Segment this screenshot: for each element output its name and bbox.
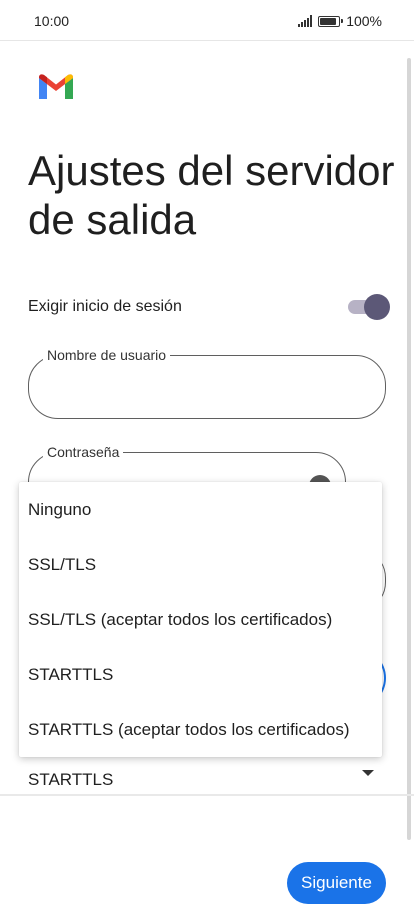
- username-label: Nombre de usuario: [43, 347, 171, 363]
- battery-icon: [318, 15, 344, 27]
- security-selected-value: STARTTLS: [28, 770, 114, 789]
- gmail-logo-icon: [39, 74, 73, 99]
- username-field[interactable]: Nombre de usuario: [28, 347, 386, 419]
- require-login-toggle[interactable]: [348, 294, 390, 320]
- security-option-ssl-tls[interactable]: SSL/TLS: [19, 537, 382, 592]
- toggle-knob: [364, 294, 390, 320]
- status-time: 10:00: [34, 13, 70, 29]
- page-title: Ajustes del servidor de salida: [28, 147, 395, 243]
- status-icons: 100%: [298, 13, 382, 29]
- password-label: Contraseña: [43, 444, 124, 460]
- scrollbar[interactable]: [407, 58, 411, 840]
- status-bar: 10:00 100%: [0, 0, 414, 42]
- battery-level: 100%: [346, 13, 382, 29]
- security-option-ssl-tls-all-certs[interactable]: SSL/TLS (aceptar todos los certificados): [19, 592, 382, 647]
- signal-icon: [298, 15, 313, 27]
- dropdown-arrow-icon: [362, 770, 374, 776]
- security-option-starttls[interactable]: STARTTLS: [19, 647, 382, 702]
- require-login-row: Exigir inicio de sesión: [28, 290, 390, 324]
- security-option-none[interactable]: Ninguno: [19, 482, 382, 537]
- require-login-label: Exigir inicio de sesión: [28, 298, 182, 315]
- security-options-menu: Ninguno SSL/TLS SSL/TLS (aceptar todos l…: [19, 482, 382, 757]
- section-divider: [0, 794, 414, 796]
- next-button[interactable]: Siguiente: [287, 862, 386, 904]
- security-option-starttls-all-certs[interactable]: STARTTLS (aceptar todos los certificados…: [19, 702, 382, 757]
- status-divider: [0, 40, 414, 41]
